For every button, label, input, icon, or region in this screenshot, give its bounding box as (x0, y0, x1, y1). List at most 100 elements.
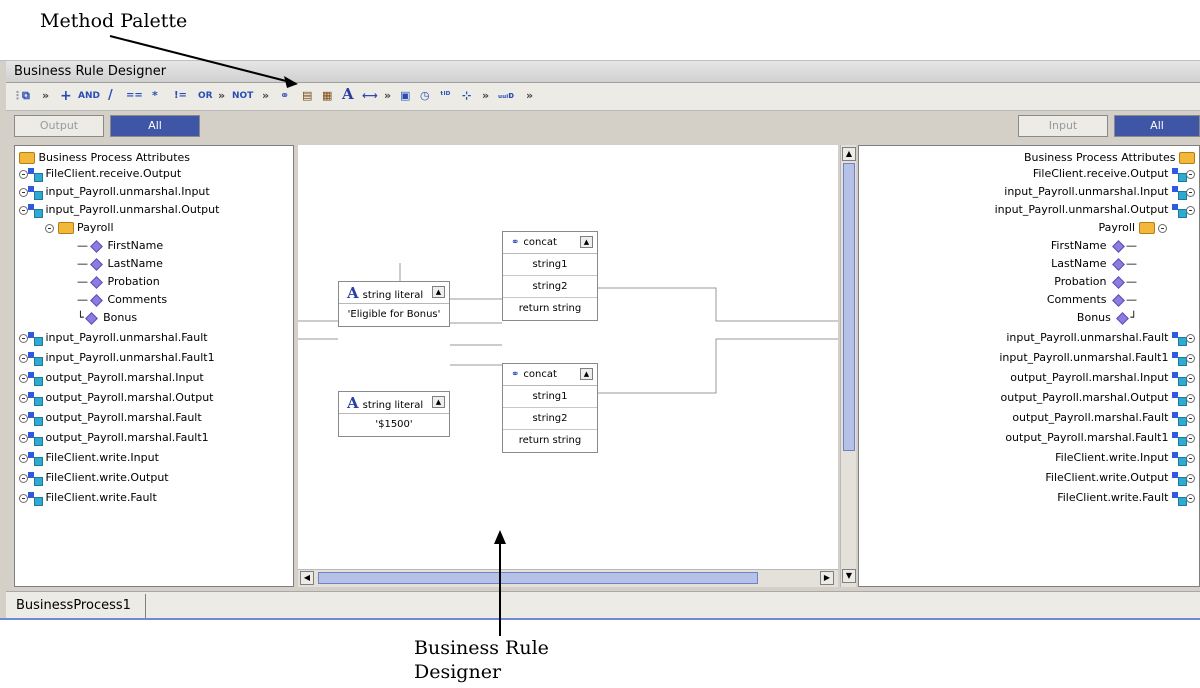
input-string2[interactable]: string2 (503, 276, 597, 298)
tree-item[interactable]: FileClient.write.Output (1045, 470, 1195, 486)
string-literal-button[interactable]: A (342, 87, 354, 102)
expand-icon[interactable] (19, 373, 28, 383)
or-button[interactable]: OR (198, 89, 213, 103)
collapse-icon[interactable]: ▲ (580, 236, 593, 248)
expand-icon[interactable] (19, 433, 28, 443)
tree-item[interactable]: output_Payroll.marshal.Output (1001, 390, 1195, 406)
tab-businessprocess1[interactable]: BusinessProcess1 (10, 594, 146, 618)
string-literal-box-2[interactable]: Astring literal ▲ '$1500' (338, 391, 450, 437)
tree-leaf[interactable]: — Probation (77, 274, 160, 290)
business-rule-canvas[interactable]: Astring literal ▲ 'Eligible for Bonus' As… (298, 145, 838, 587)
tab-output[interactable]: Output (14, 115, 104, 137)
collapse-icon[interactable]: ▲ (580, 368, 593, 380)
expand-icon[interactable] (19, 187, 28, 197)
id-icon[interactable]: ᵗᴵᴰ (440, 89, 450, 103)
tree-item[interactable]: output_Payroll.marshal.Fault (19, 410, 202, 426)
tree-item[interactable]: input_Payroll.unmarshal.Output (995, 202, 1195, 218)
tree-leaf[interactable]: LastName — (1051, 256, 1137, 272)
expand-icon[interactable] (19, 353, 28, 363)
expand-icon[interactable] (1186, 169, 1195, 179)
collapse-icon[interactable] (19, 205, 28, 215)
tree-item[interactable]: input_Payroll.unmarshal.Fault1 (19, 350, 215, 366)
overflow-button-3[interactable]: » (262, 89, 269, 103)
collapse-icon[interactable] (45, 223, 54, 233)
concat-icon[interactable]: ⚭ (280, 89, 289, 103)
tree-item[interactable]: output_Payroll.marshal.Input (19, 370, 204, 386)
tree-item[interactable]: output_Payroll.marshal.Output (19, 390, 213, 406)
tree-item[interactable]: input_Payroll.unmarshal.Fault (19, 330, 208, 346)
document-icon[interactable]: ▤ (302, 89, 312, 103)
literal-value[interactable]: 'Eligible for Bonus' (339, 304, 449, 326)
canvas-horizontal-scrollbar[interactable]: ◀ ▶ (298, 569, 838, 587)
tree-item[interactable]: FileClient.write.Output (19, 470, 169, 486)
literal-value[interactable]: '$1500' (339, 414, 449, 436)
tree-item[interactable]: FileClient.write.Fault (1057, 490, 1195, 506)
tree-item[interactable]: output_Payroll.marshal.Fault (1012, 410, 1195, 426)
canvas-vertical-scrollbar[interactable]: ▲ ▼ (840, 145, 856, 587)
expand-icon[interactable] (19, 393, 28, 403)
expand-icon[interactable] (1186, 453, 1195, 463)
tree-item[interactable]: FileClient.write.Input (1055, 450, 1195, 466)
expand-icon[interactable] (1186, 333, 1195, 343)
output-return-string[interactable]: return string (503, 430, 597, 452)
string-literal-box-1[interactable]: Astring literal ▲ 'Eligible for Bonus' (338, 281, 450, 327)
tree-item[interactable]: input_Payroll.unmarshal.Fault (1006, 330, 1195, 346)
concat-box-2[interactable]: ⚭ concat ▲ string1 string2 return string (502, 363, 598, 453)
collapse-icon[interactable]: ▲ (432, 286, 445, 298)
tab-all-left[interactable]: All (110, 115, 200, 137)
tree-root-right[interactable]: Business Process Attributes (1024, 150, 1195, 166)
tree-leaf[interactable]: — Comments (77, 292, 167, 308)
tree-item[interactable]: FileClient.receive.Output (19, 166, 181, 182)
expand-icon[interactable] (19, 493, 28, 503)
overflow-button-4[interactable]: » (384, 89, 391, 103)
tree-leaf[interactable]: — FirstName (77, 238, 163, 254)
tree-item[interactable]: output_Payroll.marshal.Fault1 (19, 430, 209, 446)
scroll-down-button[interactable]: ▼ (842, 569, 856, 583)
tree-item-payroll[interactable]: Payroll (1098, 220, 1167, 236)
expand-icon[interactable] (1186, 353, 1195, 363)
tree-item[interactable]: FileClient.receive.Output (1033, 166, 1195, 182)
concat-box-1[interactable]: ⚭ concat ▲ string1 string2 return string (502, 231, 598, 321)
overflow-button-2[interactable]: » (218, 89, 225, 103)
tree-item[interactable]: input_Payroll.unmarshal.Input (19, 184, 210, 200)
input-string1[interactable]: string1 (503, 386, 597, 408)
equals-button[interactable]: == (126, 89, 143, 103)
overflow-button-5[interactable]: » (482, 89, 489, 103)
tree-root-left[interactable]: Business Process Attributes (19, 150, 190, 166)
tree-leaf[interactable]: └ Bonus (77, 310, 137, 326)
collapse-icon[interactable] (1186, 205, 1195, 215)
tab-input[interactable]: Input (1018, 115, 1108, 137)
and-button[interactable]: AND (78, 89, 100, 103)
tree-leaf[interactable]: — LastName (77, 256, 163, 272)
tree-item[interactable]: input_Payroll.unmarshal.Input (1004, 184, 1195, 200)
input-string2[interactable]: string2 (503, 408, 597, 430)
splitter-icon[interactable]: ⊹ (462, 89, 471, 103)
expand-icon[interactable] (19, 473, 28, 483)
overflow-button-1[interactable]: » (42, 89, 49, 103)
tree-leaf[interactable]: Comments — (1047, 292, 1137, 308)
vertical-scroll-thumb[interactable] (843, 163, 855, 451)
tab-all-right[interactable]: All (1114, 115, 1200, 137)
collapse-icon[interactable] (1158, 223, 1167, 233)
node-tool-icon[interactable]: ⧉ (22, 89, 30, 103)
not-equals-button[interactable]: != (174, 89, 187, 103)
not-button[interactable]: NOT (232, 89, 253, 103)
plus-button[interactable]: + (60, 89, 72, 103)
link-icon[interactable]: ⟷ (362, 89, 378, 103)
tree-item[interactable]: FileClient.write.Input (19, 450, 159, 466)
clock-icon[interactable]: ◷ (420, 89, 430, 103)
clipboard-icon[interactable]: ▦ (322, 89, 332, 103)
uuid-icon[interactable]: ᵤᵤᵢᴅ (498, 89, 514, 103)
expand-icon[interactable] (19, 333, 28, 343)
tree-leaf[interactable]: Bonus ┘ (1077, 310, 1137, 326)
tree-leaf[interactable]: FirstName — (1051, 238, 1137, 254)
expand-icon[interactable] (19, 453, 28, 463)
scroll-right-button[interactable]: ▶ (820, 571, 834, 585)
tree-item[interactable]: FileClient.write.Fault (19, 490, 157, 506)
expand-icon[interactable] (1186, 433, 1195, 443)
expand-icon[interactable] (1186, 493, 1195, 503)
expand-icon[interactable] (1186, 393, 1195, 403)
expand-icon[interactable] (19, 169, 28, 179)
overflow-button-6[interactable]: » (526, 89, 533, 103)
expand-icon[interactable] (1186, 413, 1195, 423)
